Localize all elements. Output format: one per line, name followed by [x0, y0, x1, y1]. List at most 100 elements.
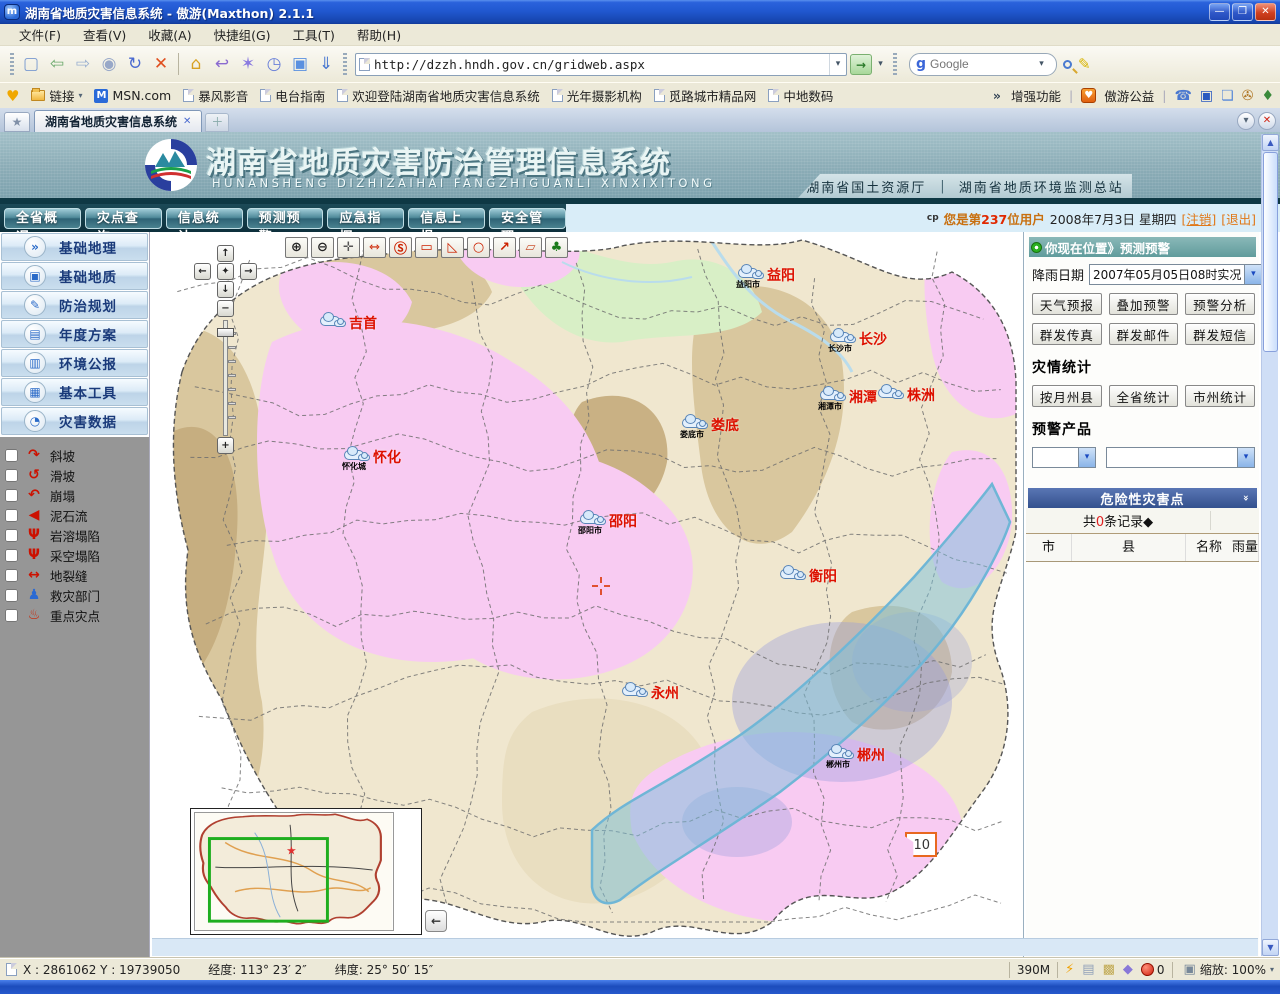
sidebar-section-button[interactable]: ◔ 灾害数据 — [1, 407, 148, 435]
toolbar-button[interactable]: ⇓ — [313, 51, 339, 77]
scroll-down-button[interactable]: ▼ — [1262, 939, 1279, 956]
toolbar-button[interactable]: ↻ — [122, 51, 148, 77]
nav-tab[interactable]: 预测预警 — [247, 208, 324, 229]
highlight-icon[interactable]: ✎ — [1078, 55, 1091, 73]
search-input[interactable] — [930, 57, 1033, 71]
toolbar-button[interactable]: ↩ — [209, 51, 235, 77]
layer-checkbox[interactable] — [5, 529, 18, 542]
action-button[interactable]: 预警分析 — [1185, 293, 1255, 315]
chevron-down-icon[interactable]: ▾ — [1237, 448, 1254, 467]
danger-points-header[interactable]: 危险性灾害点 » — [1028, 488, 1257, 508]
layer-checkbox[interactable] — [5, 549, 18, 562]
charity-link[interactable]: 傲游公益 — [1104, 86, 1154, 105]
city-marker[interactable]: 湘潭 湘潭市 — [820, 390, 877, 407]
menu-item[interactable]: 文件(F) — [8, 23, 72, 46]
link-item[interactable]: 电台指南 — [260, 86, 325, 105]
toolbar-button[interactable]: ✶ — [235, 51, 261, 77]
tab-active[interactable]: 湖南省地质灾害信息系统 ✕ — [34, 110, 202, 132]
map-tool-button[interactable]: ◺ — [441, 237, 464, 258]
sidebar-section-button[interactable]: » 基础地理 — [1, 233, 148, 261]
product-select-large[interactable]: ▾ — [1106, 447, 1255, 468]
city-marker[interactable]: 长沙 长沙市 — [830, 332, 887, 349]
pan-right-button[interactable]: → — [240, 263, 257, 280]
action-button[interactable]: 叠加预警 — [1109, 293, 1179, 315]
resize-icon[interactable]: ▣ — [1184, 962, 1196, 977]
product-select-small[interactable]: ▾ — [1032, 447, 1096, 468]
stats-button[interactable]: 全省统计 — [1109, 385, 1179, 407]
inset-collapse-button[interactable]: ← — [425, 910, 447, 932]
search-box[interactable]: g ▾ — [909, 53, 1057, 76]
scrollbar-thumb[interactable] — [1263, 152, 1278, 352]
action-button[interactable]: 群发邮件 — [1109, 323, 1179, 345]
toolbar-button[interactable]: ▣ — [287, 51, 313, 77]
link-item[interactable]: 光年摄影机构 — [552, 86, 642, 105]
minimize-button[interactable]: — — [1209, 3, 1230, 21]
nav-tab[interactable]: 灾点查询 — [85, 208, 162, 229]
link-geo-monitor[interactable]: 湖南省地质环境监测总站 — [959, 177, 1124, 196]
new-tab-button[interactable]: ＋ — [205, 113, 229, 132]
link-item[interactable]: 中地数码 — [768, 86, 833, 105]
layer-checkbox[interactable] — [5, 589, 18, 602]
pan-down-button[interactable]: ↓ — [217, 281, 234, 298]
more-links-chevron[interactable]: » — [993, 88, 1001, 103]
page-scrollbar[interactable]: ▲ ▼ — [1261, 134, 1278, 956]
link-item[interactable]: 暴风影音 — [183, 86, 248, 105]
zoom-dropdown-icon[interactable]: ▾ — [1270, 965, 1274, 974]
link-item[interactable]: 欢迎登陆湖南省地质灾害信息系统 — [337, 86, 540, 105]
sidebar-section-button[interactable]: ✎ 防治规划 — [1, 291, 148, 319]
action-button[interactable]: 群发短信 — [1185, 323, 1255, 345]
layer-checkbox[interactable] — [5, 469, 18, 482]
city-marker[interactable]: 衡阳 — [780, 569, 837, 586]
map-tool-button[interactable]: ▱ — [519, 237, 542, 258]
favorites-heart-icon[interactable]: ♥ — [6, 87, 19, 105]
toolbar-button[interactable]: ⇦ — [44, 51, 70, 77]
toolbar-button[interactable]: ◉ — [96, 51, 122, 77]
city-marker[interactable]: 株洲 — [878, 388, 935, 405]
zoom-level[interactable]: 缩放: 100% — [1200, 961, 1266, 978]
tools-icon[interactable]: ✇ — [1242, 88, 1254, 104]
stats-button[interactable]: 按月州县 — [1032, 385, 1102, 407]
world-icon[interactable]: ♦ — [1261, 88, 1274, 104]
exit-link[interactable]: [退出] — [1221, 209, 1256, 228]
city-marker[interactable]: 娄底 娄底市 — [682, 418, 739, 435]
go-button[interactable]: → — [850, 54, 872, 75]
link-item[interactable]: 觅路城市精品网 — [654, 86, 757, 105]
map-tool-button[interactable]: ○ — [467, 237, 490, 258]
menu-item[interactable]: 收藏(A) — [137, 23, 202, 46]
map-tool-button[interactable]: Ⓢ — [389, 237, 412, 258]
nav-tab[interactable]: 信息统计 — [166, 208, 243, 229]
menu-item[interactable]: 帮助(H) — [346, 23, 412, 46]
scroll-up-button[interactable]: ▲ — [1262, 134, 1279, 151]
sidebar-section-button[interactable]: ▣ 基础地质 — [1, 262, 148, 290]
blocked-counter-icon[interactable] — [1141, 963, 1154, 976]
status-icon[interactable]: ⚡ — [1065, 962, 1074, 977]
messenger-icon[interactable]: ☎ — [1174, 88, 1191, 104]
city-marker[interactable]: 邵阳 邵阳市 — [580, 514, 637, 531]
city-marker[interactable]: 吉首 — [320, 316, 377, 333]
tab-list-button[interactable]: ▾ — [1237, 112, 1255, 130]
nav-tab[interactable]: 信息上报 — [408, 208, 485, 229]
pan-left-button[interactable]: ← — [194, 263, 211, 280]
map-tool-button[interactable]: ♣ — [545, 237, 568, 258]
city-marker[interactable]: 怀化 怀化城 — [344, 450, 401, 467]
address-bar[interactable]: ▾ — [355, 53, 847, 76]
stats-button[interactable]: 市州统计 — [1185, 385, 1255, 407]
map-tool-button[interactable]: ⊕ — [285, 237, 308, 258]
tab-star-button[interactable]: ★ — [4, 112, 30, 132]
pan-center-button[interactable]: ✦ — [217, 263, 234, 280]
layer-checkbox[interactable] — [5, 609, 18, 622]
toolbar-button[interactable]: ◷ — [261, 51, 287, 77]
go-dropdown-icon[interactable]: ▾ — [872, 54, 889, 75]
zoom-in-button[interactable]: + — [217, 437, 234, 454]
zoom-out-button[interactable]: − — [217, 300, 234, 317]
zoom-slider-handle[interactable] — [217, 328, 234, 337]
links-folder[interactable]: 链接▾ — [31, 86, 82, 105]
overview-inset[interactable]: ★ ← — [190, 808, 422, 935]
action-button[interactable]: 群发传真 — [1032, 323, 1102, 345]
tab-close-icon[interactable]: ✕ — [183, 116, 191, 127]
nav-tab[interactable]: 全省概况 — [4, 208, 81, 229]
map-tool-button[interactable]: ⊖ — [311, 237, 334, 258]
address-input[interactable] — [370, 57, 829, 72]
logout-link[interactable]: [注销] — [1181, 209, 1216, 228]
search-icon[interactable] — [1063, 60, 1072, 69]
